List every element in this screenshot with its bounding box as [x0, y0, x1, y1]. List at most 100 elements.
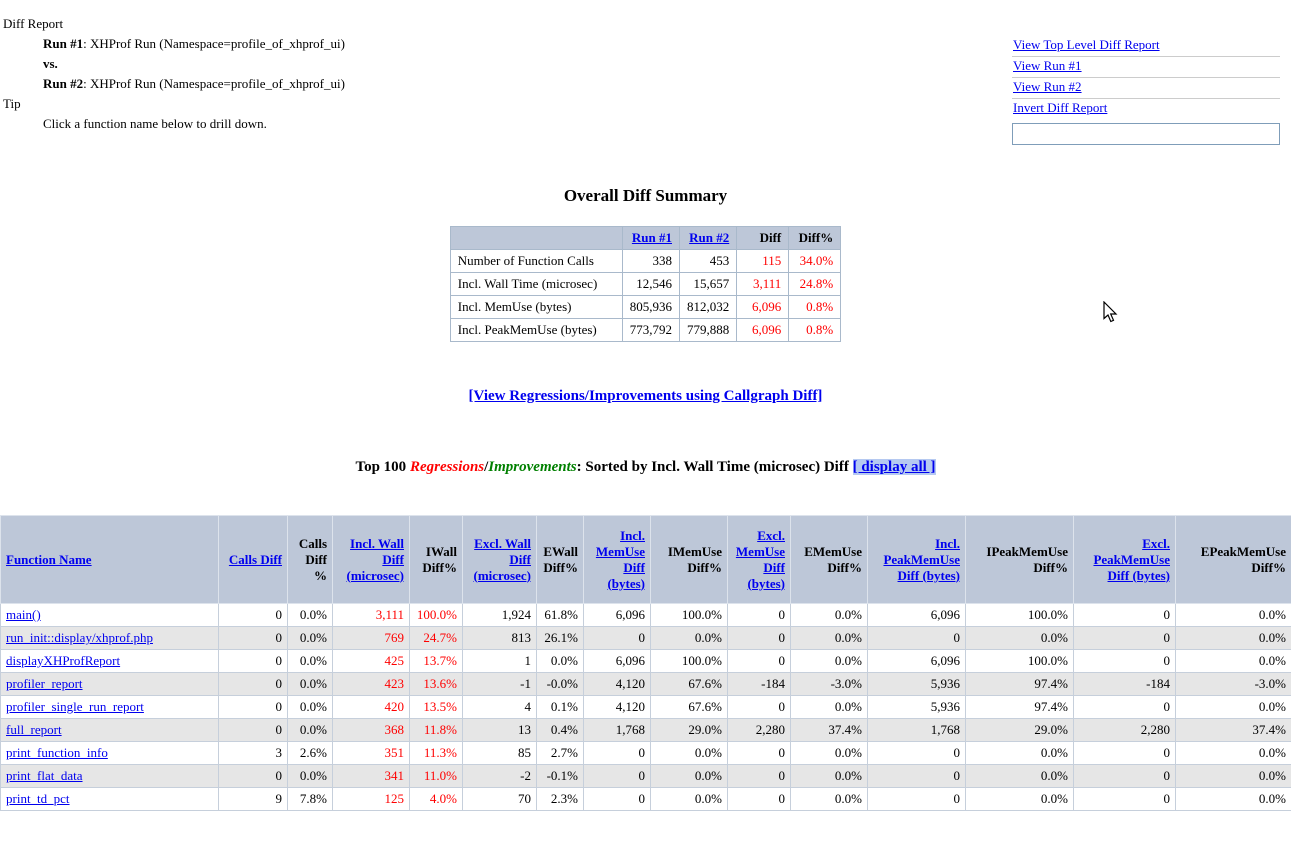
- value-cell: 0: [868, 742, 966, 765]
- value-cell: 11.3%: [410, 742, 463, 765]
- callgraph-diff-link[interactable]: [View Regressions/Improvements using Cal…: [469, 388, 823, 404]
- sort-link-excl-memuse-diff[interactable]: Excl. MemUse Diff (bytes): [736, 528, 785, 591]
- function-row: main()00.0%3,111100.0%1,92461.8%6,096100…: [1, 604, 1291, 627]
- invert-diff-report-link[interactable]: Invert Diff Report: [1013, 100, 1107, 115]
- function-name-cell: print_flat_data: [1, 765, 219, 788]
- function-link[interactable]: print_flat_data: [6, 768, 83, 783]
- summary-row-label: Incl. Wall Time (microsec): [450, 273, 622, 296]
- function-link[interactable]: profiler_report: [6, 676, 83, 691]
- value-cell: 425: [333, 650, 410, 673]
- value-cell: 6,096: [868, 604, 966, 627]
- summary-run1-value: 773,792: [622, 319, 679, 342]
- value-cell: 0.0%: [651, 765, 728, 788]
- column-header-excl-wall-diff[interactable]: Excl. Wall Diff (microsec): [463, 516, 537, 604]
- function-row: print_function_info32.6%35111.3%852.7%00…: [1, 742, 1291, 765]
- value-cell: 0: [868, 627, 966, 650]
- value-cell: 0.0%: [966, 788, 1074, 811]
- value-cell: 0: [728, 788, 791, 811]
- value-cell: 769: [333, 627, 410, 650]
- run1-sort-link[interactable]: Run #1: [632, 230, 672, 245]
- regressions-label: Regressions: [410, 459, 484, 475]
- value-cell: 61.8%: [537, 604, 584, 627]
- sort-link-incl-memuse-diff[interactable]: Incl. MemUse Diff (bytes): [596, 528, 645, 591]
- value-cell: 0.0%: [1176, 788, 1291, 811]
- run-number-input[interactable]: [1012, 123, 1280, 145]
- summary-run2-value: 779,888: [680, 319, 737, 342]
- function-link[interactable]: main(): [6, 607, 41, 622]
- value-cell: 0.0%: [1176, 627, 1291, 650]
- function-link[interactable]: print_td_pct: [6, 791, 70, 806]
- view-run1-link[interactable]: View Run #1: [1013, 58, 1082, 73]
- top100-suffix: : Sorted by Incl. Wall Time (microsec) D…: [577, 459, 853, 475]
- value-cell: 0: [1074, 604, 1176, 627]
- function-row: print_flat_data00.0%34111.0%-2-0.1%00.0%…: [1, 765, 1291, 788]
- value-cell: 6,096: [584, 604, 651, 627]
- summary-run2-header[interactable]: Run #2: [680, 227, 737, 250]
- run2-sort-link[interactable]: Run #2: [689, 230, 729, 245]
- callgraph-link-wrap: [View Regressions/Improvements using Cal…: [0, 388, 1291, 405]
- value-cell: 11.0%: [410, 765, 463, 788]
- sort-link-function-name[interactable]: Function Name: [6, 552, 92, 567]
- summary-diff-value: 115: [737, 250, 789, 273]
- value-cell: 0: [1074, 742, 1176, 765]
- value-cell: 0: [728, 765, 791, 788]
- view-top-level-diff-report-link[interactable]: View Top Level Diff Report: [1013, 37, 1160, 52]
- value-cell: 0: [1074, 650, 1176, 673]
- function-link[interactable]: run_init::display/xhprof.php: [6, 630, 153, 645]
- function-link[interactable]: displayXHProfReport: [6, 653, 120, 668]
- value-cell: 0.0%: [288, 765, 333, 788]
- sort-link-excl-wall-diff[interactable]: Excl. Wall Diff (microsec): [473, 536, 531, 583]
- column-header-excl-peakmemuse-diff[interactable]: Excl. PeakMemUse Diff (bytes): [1074, 516, 1176, 604]
- run2-label: Run #2: [43, 76, 83, 91]
- value-cell: 0.0%: [651, 627, 728, 650]
- function-link[interactable]: full_report: [6, 722, 62, 737]
- column-header-function-name[interactable]: Function Name: [1, 516, 219, 604]
- function-link[interactable]: profiler_single_run_report: [6, 699, 144, 714]
- value-cell: 1,768: [584, 719, 651, 742]
- summary-row-label: Incl. PeakMemUse (bytes): [450, 319, 622, 342]
- value-cell: 7.8%: [288, 788, 333, 811]
- run1-description: : XHProf Run (Namespace=profile_of_xhpro…: [83, 36, 345, 51]
- sort-link-calls-diff[interactable]: Calls Diff: [229, 552, 282, 567]
- value-cell: 351: [333, 742, 410, 765]
- value-cell: -184: [1074, 673, 1176, 696]
- value-cell: 2,280: [728, 719, 791, 742]
- value-cell: 24.7%: [410, 627, 463, 650]
- value-cell: 2.7%: [537, 742, 584, 765]
- value-cell: 0: [219, 627, 288, 650]
- value-cell: 0.0%: [791, 696, 868, 719]
- value-cell: 125: [333, 788, 410, 811]
- column-header-incl-memuse-diff[interactable]: Incl. MemUse Diff (bytes): [584, 516, 651, 604]
- sort-link-excl-peakmemuse-diff[interactable]: Excl. PeakMemUse Diff (bytes): [1093, 536, 1170, 583]
- value-cell: 0.0%: [651, 742, 728, 765]
- column-header-incl-wall-diff[interactable]: Incl. Wall Diff (microsec): [333, 516, 410, 604]
- column-header-excl-memuse-diff[interactable]: Excl. MemUse Diff (bytes): [728, 516, 791, 604]
- summary-run1-value: 805,936: [622, 296, 679, 319]
- value-cell: -3.0%: [791, 673, 868, 696]
- value-cell: 5,936: [868, 673, 966, 696]
- display-all-link[interactable]: [ display all ]: [853, 459, 936, 475]
- run1-label: Run #1: [43, 36, 83, 51]
- summary-run2-value: 15,657: [680, 273, 737, 296]
- sort-link-incl-wall-diff[interactable]: Incl. Wall Diff (microsec): [346, 536, 404, 583]
- value-cell: 0.0%: [1176, 696, 1291, 719]
- value-cell: 0.0%: [1176, 604, 1291, 627]
- function-name-cell: print_function_info: [1, 742, 219, 765]
- value-cell: 813: [463, 627, 537, 650]
- summary-run1-header[interactable]: Run #1: [622, 227, 679, 250]
- column-header-calls-diff[interactable]: Calls Diff: [219, 516, 288, 604]
- function-row: displayXHProfReport00.0%42513.7%10.0%6,0…: [1, 650, 1291, 673]
- value-cell: 0: [728, 742, 791, 765]
- value-cell: 0: [1074, 765, 1176, 788]
- value-cell: 5,936: [868, 696, 966, 719]
- column-header-incl-peakmemuse-diff[interactable]: Incl. PeakMemUse Diff (bytes): [868, 516, 966, 604]
- value-cell: 420: [333, 696, 410, 719]
- nav-panel: View Top Level Diff Report View Run #1 V…: [1012, 36, 1280, 145]
- run2-description: : XHProf Run (Namespace=profile_of_xhpro…: [83, 76, 345, 91]
- value-cell: 29.0%: [966, 719, 1074, 742]
- function-link[interactable]: print_function_info: [6, 745, 108, 760]
- view-run2-link[interactable]: View Run #2: [1013, 79, 1082, 94]
- value-cell: 0.0%: [966, 765, 1074, 788]
- overall-diff-summary-table: Run #1 Run #2 Diff Diff% Number of Funct…: [450, 226, 842, 342]
- sort-link-incl-peakmemuse-diff[interactable]: Incl. PeakMemUse Diff (bytes): [883, 536, 960, 583]
